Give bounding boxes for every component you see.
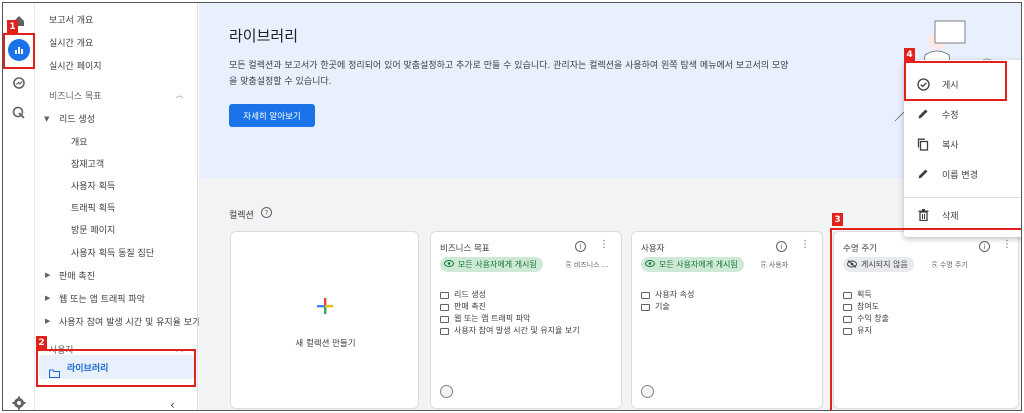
annotation-box-2: [36, 349, 196, 387]
sidebar-item-engagement-retention[interactable]: 사용자 참여 발생 시간 및 유지율 보기: [59, 315, 200, 328]
sidebar-item-audience[interactable]: 잠재고객: [71, 157, 104, 170]
caret-right-icon: ▶: [45, 271, 51, 279]
folder-icon: [440, 303, 449, 311]
more-vert-icon[interactable]: ⋮: [800, 240, 810, 250]
info-icon[interactable]: i: [776, 241, 787, 252]
list-item: 리드 생성: [440, 289, 580, 301]
template-source: ⎘ 비즈니스 ...: [566, 261, 609, 269]
sidebar-item-traffic-acquisition[interactable]: 트래픽 획득: [71, 201, 115, 214]
list-item: 사용자 속성: [641, 289, 694, 301]
list-item: 기술: [641, 301, 694, 313]
menu-item-edit[interactable]: 수정: [904, 99, 1021, 129]
caret-right-icon: ▶: [45, 317, 51, 325]
sidebar-item-lead-generation[interactable]: 리드 생성: [59, 112, 95, 125]
status-badge: 모든 사용자에게 게시됨: [641, 257, 744, 272]
sidebar-item-user-acquisition[interactable]: 사용자 획득: [71, 179, 115, 192]
sidebar-item-lead-overview[interactable]: 개요: [71, 135, 88, 148]
menu-item-delete[interactable]: 삭제: [904, 200, 1021, 230]
sidebar-item-report-overview[interactable]: 보고서 개요: [49, 13, 93, 26]
list-item: 판매 촉진: [440, 301, 580, 313]
link-icon: ⎘: [566, 261, 574, 269]
annotation-label-1: 1: [7, 20, 18, 33]
link-icon: ⎘: [761, 261, 769, 269]
caret-down-icon: ▼: [44, 115, 50, 123]
folder-icon: [440, 327, 449, 335]
app-window: 보고서 개요 실시간 개요 실시간 페이지 비즈니스 목표 ︿ ▼ 리드 생성 …: [2, 2, 1022, 411]
collection-topic-list: 사용자 속성 기술: [641, 289, 694, 313]
annotation-box-1: [3, 33, 35, 69]
collection-card-user[interactable]: 사용자 i ⋮ 모든 사용자에게 게시됨 ⎘ 사용자 사용자 속성 기술: [631, 231, 823, 409]
sidebar-item-realtime-pages[interactable]: 실시간 페이지: [49, 59, 102, 72]
menu-item-rename[interactable]: 이름 변경: [904, 159, 1021, 189]
list-item: 사용자 참여 발생 시간 및 유지율 보기: [440, 325, 580, 337]
plus-icon: [317, 298, 333, 314]
more-vert-icon[interactable]: ⋮: [599, 240, 609, 250]
info-icon[interactable]: i: [575, 241, 586, 252]
eye-icon: [645, 260, 655, 269]
caret-right-icon: ▶: [45, 294, 51, 302]
annotation-label-3: 3: [832, 213, 843, 226]
collection-card-business[interactable]: 비즈니스 목표 i ⋮ 모든 사용자에게 게시됨 ⎘ 비즈니스 ... 리드 생…: [430, 231, 622, 409]
folder-icon: [440, 315, 449, 323]
pencil-icon: [904, 168, 942, 180]
annotation-box-3: [830, 228, 1021, 410]
collapse-sidebar-icon[interactable]: ‹: [170, 398, 175, 410]
template-icon: [440, 385, 453, 398]
template-source: ⎘ 사용자: [761, 261, 789, 269]
eye-icon: [444, 260, 454, 269]
annotation-box-4: [904, 61, 1007, 101]
page-description: 모든 컬렉션과 보고서가 한곳에 정리되어 있어 맞춤설정하고 추가로 만들 수…: [229, 61, 789, 87]
folder-icon: [641, 291, 650, 299]
trash-icon: [904, 209, 942, 221]
chevron-up-icon[interactable]: ︿: [176, 90, 183, 100]
annotation-label-4: 4: [904, 48, 915, 61]
collection-topic-list: 리드 생성 판매 촉진 웹 또는 앱 트래픽 파악 사용자 참여 발생 시간 및…: [440, 289, 580, 337]
folder-icon: [641, 303, 650, 311]
annotation-label-2: 2: [36, 336, 47, 349]
sidebar-section-business[interactable]: 비즈니스 목표: [49, 89, 102, 102]
explore-icon[interactable]: [7, 71, 31, 95]
sidebar-item-acquisition-cohort[interactable]: 사용자 획득 동질 집단: [71, 246, 154, 259]
learn-more-button[interactable]: 자세히 알아보기: [229, 104, 315, 127]
menu-item-copy[interactable]: 복사: [904, 129, 1021, 159]
collection-title: 비즈니스 목표: [440, 244, 490, 254]
menu-divider: [904, 197, 1021, 198]
folder-icon: [440, 291, 449, 299]
advertising-icon[interactable]: [7, 101, 31, 125]
library-hero: 라이브러리 모든 컬렉션과 보고서가 한곳에 정리되어 있어 맞춤설정하고 추가…: [199, 3, 1021, 178]
template-icon: [641, 385, 654, 398]
new-collection-label: 새 컬렉션 만들기: [295, 339, 356, 349]
sidebar-item-realtime-overview[interactable]: 실시간 개요: [49, 36, 93, 49]
settings-icon[interactable]: [7, 391, 31, 410]
pencil-icon: [904, 108, 942, 120]
help-icon[interactable]: ?: [261, 207, 272, 218]
page-title: 라이브러리: [229, 27, 299, 45]
status-badge: 모든 사용자에게 게시됨: [440, 257, 543, 272]
collection-title: 사용자: [641, 244, 665, 254]
new-collection-card[interactable]: 새 컬렉션 만들기: [230, 231, 419, 409]
list-item: 웹 또는 앱 트래픽 파악: [440, 313, 580, 325]
collections-title: 컬렉션: [229, 211, 254, 221]
sidebar-item-web-app-traffic[interactable]: 웹 또는 앱 트래픽 파악: [59, 292, 145, 305]
copy-icon: [904, 138, 942, 151]
sidebar-item-drive-sales[interactable]: 판매 촉진: [59, 269, 95, 282]
sidebar-item-landing-page[interactable]: 방문 페이지: [71, 223, 115, 236]
